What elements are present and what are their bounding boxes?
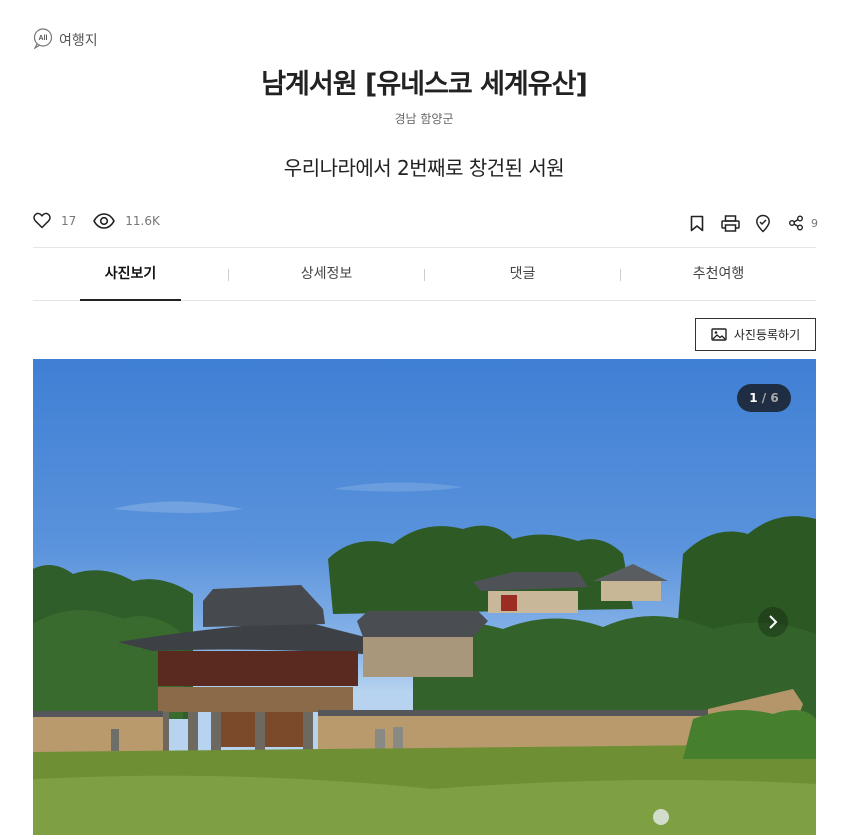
- heart-icon: [33, 212, 51, 229]
- page-subtitle: 우리나라에서 2번째로 창건된 서원: [271, 152, 577, 181]
- tab-recommended[interactable]: 추천여행: [621, 248, 816, 300]
- share-count: 9: [811, 216, 818, 230]
- tab-comments[interactable]: 댓글: [425, 248, 620, 300]
- bookmark-button[interactable]: [687, 212, 707, 234]
- eye-icon: [93, 212, 116, 229]
- print-button[interactable]: [720, 212, 740, 234]
- page-title: 남계서원 [유네스코 세계유산]: [261, 69, 588, 100]
- gallery-photo[interactable]: 1 / 6: [33, 359, 816, 835]
- bookmark-icon: [690, 215, 704, 231]
- category-label: 여행지: [59, 33, 98, 49]
- like-count: 17: [61, 213, 77, 228]
- chevron-right-icon: [769, 615, 778, 629]
- gallery-total: 6: [770, 391, 779, 405]
- all-category-icon: All: [33, 27, 54, 50]
- gallery-next-button[interactable]: [758, 607, 788, 637]
- tab-details[interactable]: 상세정보: [229, 248, 424, 300]
- svg-text:All: All: [39, 35, 48, 42]
- share-icon: [789, 215, 803, 231]
- print-icon: [720, 214, 740, 232]
- like-stat[interactable]: 17: [33, 212, 76, 229]
- gallery-counter: 1 / 6: [737, 384, 791, 412]
- tab-photos[interactable]: 사진보기: [33, 248, 228, 301]
- stats-bar: 17 11.6K: [33, 212, 177, 229]
- gallery-current: 1: [749, 391, 758, 405]
- view-count: 11.6K: [125, 213, 160, 228]
- image-icon: [711, 328, 727, 341]
- content-tabs: 사진보기 상세정보 댓글 추천여행: [33, 247, 816, 301]
- map-pin-icon: [756, 214, 770, 233]
- view-stat: 11.6K: [93, 212, 160, 229]
- share-button[interactable]: [786, 212, 806, 234]
- upload-photo-label: 사진등록하기: [733, 328, 801, 342]
- photo-illustration: [33, 482, 816, 835]
- map-button[interactable]: [753, 212, 773, 234]
- category-badge[interactable]: All 여행지: [33, 26, 98, 50]
- region-label: 경남 함양군: [394, 112, 454, 126]
- gallery-separator: /: [757, 391, 771, 405]
- action-toolbar: 9: [687, 212, 818, 234]
- upload-photo-button[interactable]: 사진등록하기: [695, 318, 816, 351]
